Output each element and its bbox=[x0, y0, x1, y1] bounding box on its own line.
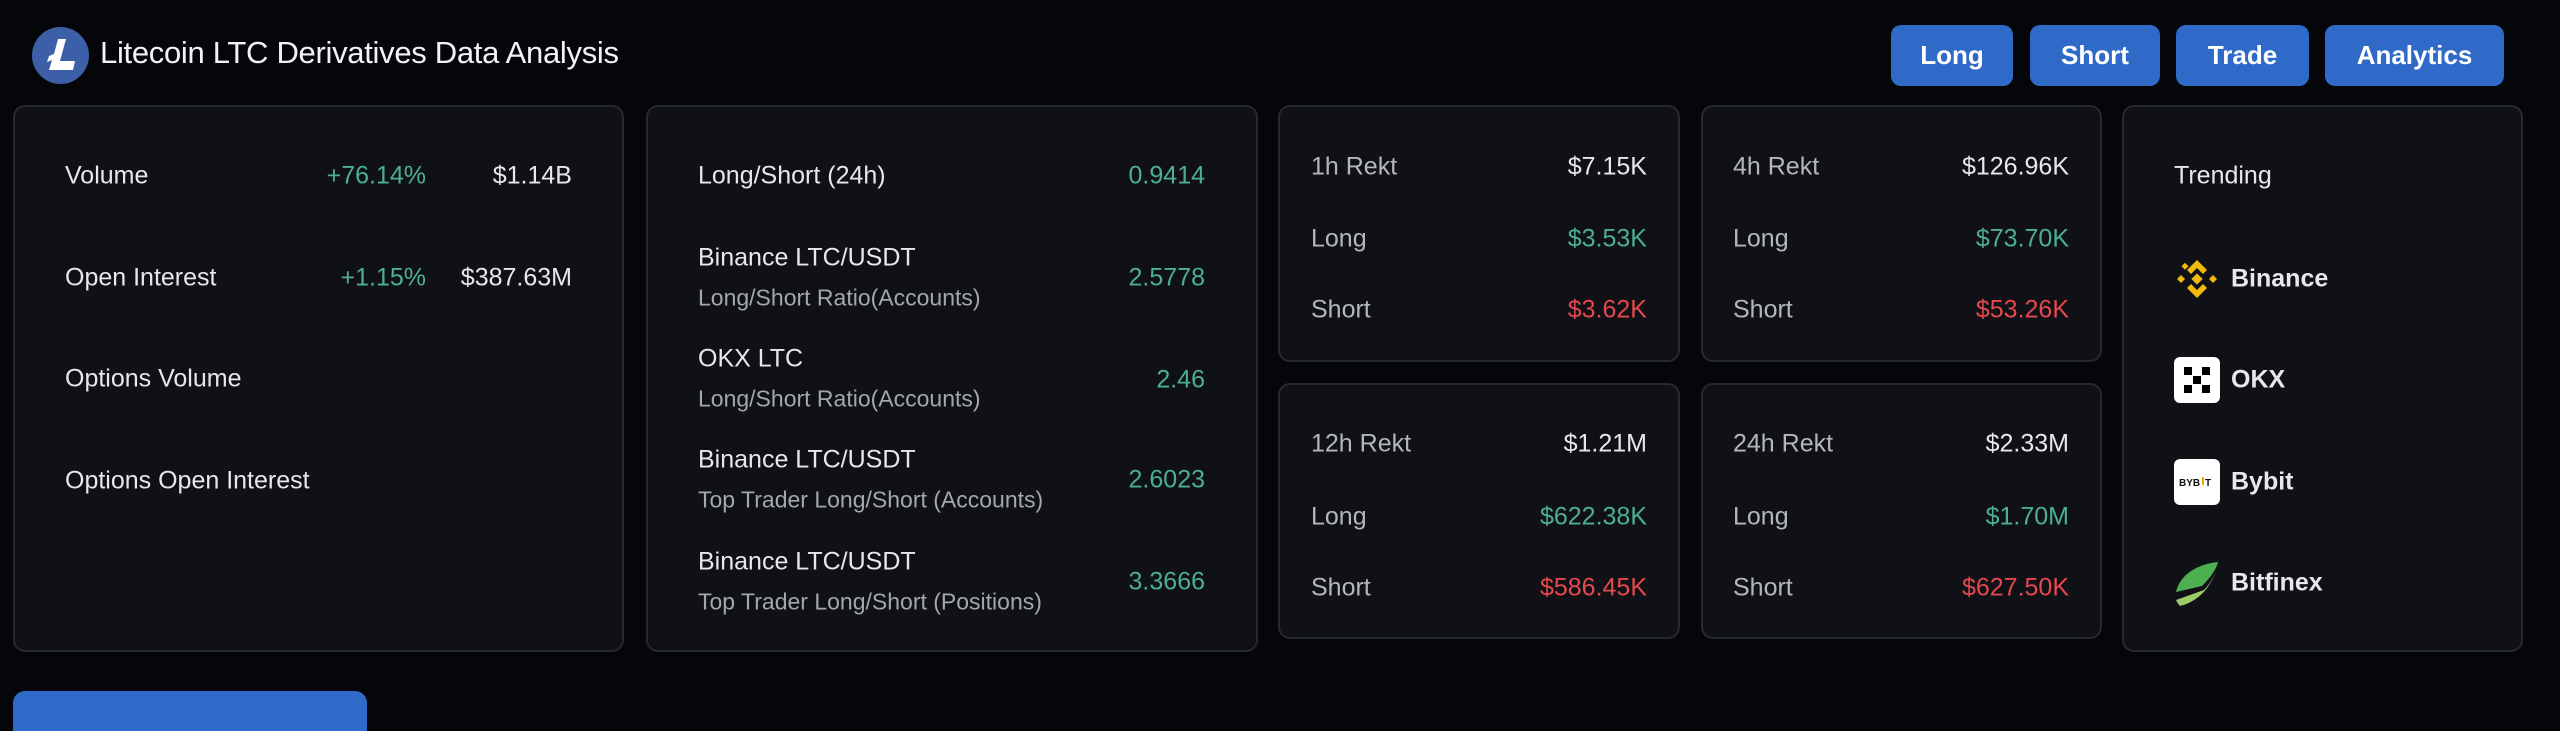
ratio-subtitle: Long/Short Ratio(Accounts) bbox=[698, 385, 981, 412]
bottom-action-button[interactable] bbox=[13, 691, 367, 731]
rekt-short-value: $3.62K bbox=[1567, 295, 1647, 324]
long-button[interactable]: Long bbox=[1891, 25, 2013, 86]
trending-exchange-binance[interactable]: Binance bbox=[2231, 266, 2328, 292]
rekt-short-label: Short bbox=[1733, 573, 1793, 602]
ratio-value: 2.6023 bbox=[1128, 465, 1205, 494]
ratio-title: Binance LTC/USDT bbox=[698, 547, 916, 576]
rekt-short-label: Short bbox=[1733, 295, 1793, 324]
svg-text:BYB: BYB bbox=[2179, 478, 2200, 489]
trade-button[interactable]: Trade bbox=[2176, 25, 2309, 86]
rekt-label: 12h Rekt bbox=[1311, 429, 1412, 458]
open-interest-label: Open Interest bbox=[65, 263, 217, 292]
options-open-interest-label: Options Open Interest bbox=[65, 466, 310, 495]
rekt-short-value: $586.45K bbox=[1539, 573, 1647, 602]
rekt-short-label: Short bbox=[1311, 573, 1371, 602]
rekt-long-value: $622.38K bbox=[1539, 502, 1647, 531]
rekt-total: $7.15K bbox=[1567, 152, 1647, 181]
rekt-long-value: $73.70K bbox=[1975, 224, 2069, 253]
litecoin-logo-icon bbox=[32, 27, 89, 84]
ratio-value: 2.5778 bbox=[1128, 263, 1205, 292]
rekt-total: $2.33M bbox=[1985, 429, 2069, 458]
bitfinex-icon bbox=[2174, 560, 2220, 606]
open-interest-change: +1.15% bbox=[340, 263, 427, 292]
rekt-long-label: Long bbox=[1311, 224, 1367, 253]
rekt-short-value: $627.50K bbox=[1961, 573, 2069, 602]
trending-exchange-bitfinex[interactable]: Bitfinex bbox=[2231, 570, 2323, 596]
options-volume-label: Options Volume bbox=[65, 364, 242, 393]
trending-exchange-bybit[interactable]: Bybit bbox=[2231, 469, 2294, 495]
volume-change: +76.14% bbox=[326, 161, 426, 190]
page-title: Litecoin LTC Derivatives Data Analysis bbox=[100, 35, 619, 70]
rekt-label: 1h Rekt bbox=[1311, 152, 1398, 181]
ratio-title: Binance LTC/USDT bbox=[698, 445, 916, 474]
ratio-value: 0.9414 bbox=[1128, 161, 1205, 190]
rekt-total: $126.96K bbox=[1961, 152, 2069, 181]
rekt-long-label: Long bbox=[1733, 502, 1789, 531]
ratio-value: 3.3666 bbox=[1128, 567, 1205, 596]
volume-label: Volume bbox=[65, 161, 149, 190]
rekt-long-value: $1.70M bbox=[1985, 502, 2069, 531]
rekt-label: 4h Rekt bbox=[1733, 152, 1820, 181]
bybit-icon: BYB T bbox=[2174, 459, 2220, 505]
rekt-label: 24h Rekt bbox=[1733, 429, 1834, 458]
ratio-title: OKX LTC bbox=[698, 344, 804, 373]
trending-exchange-okx[interactable]: OKX bbox=[2231, 367, 2285, 393]
rekt-long-label: Long bbox=[1311, 502, 1367, 531]
rekt-short-label: Short bbox=[1311, 295, 1371, 324]
short-button[interactable]: Short bbox=[2030, 25, 2160, 86]
ratio-value: 2.46 bbox=[1156, 365, 1205, 394]
rekt-long-label: Long bbox=[1733, 224, 1789, 253]
ratio-subtitle: Long/Short Ratio(Accounts) bbox=[698, 284, 981, 311]
rekt-short-value: $53.26K bbox=[1975, 295, 2069, 324]
okx-icon bbox=[2174, 357, 2220, 403]
rekt-total: $1.21M bbox=[1563, 429, 1647, 458]
ratio-subtitle: Top Trader Long/Short (Accounts) bbox=[698, 486, 1044, 513]
trending-title: Trending bbox=[2174, 161, 2272, 190]
analytics-button[interactable]: Analytics bbox=[2325, 25, 2504, 86]
rekt-long-value: $3.53K bbox=[1567, 224, 1647, 253]
svg-text:T: T bbox=[2205, 478, 2211, 489]
open-interest-value: $387.63M bbox=[460, 263, 572, 292]
volume-value: $1.14B bbox=[492, 161, 572, 190]
binance-icon bbox=[2174, 256, 2220, 302]
ratio-subtitle: Top Trader Long/Short (Positions) bbox=[698, 588, 1042, 615]
ratio-title: Long/Short (24h) bbox=[698, 161, 886, 190]
ratio-title: Binance LTC/USDT bbox=[698, 243, 916, 272]
